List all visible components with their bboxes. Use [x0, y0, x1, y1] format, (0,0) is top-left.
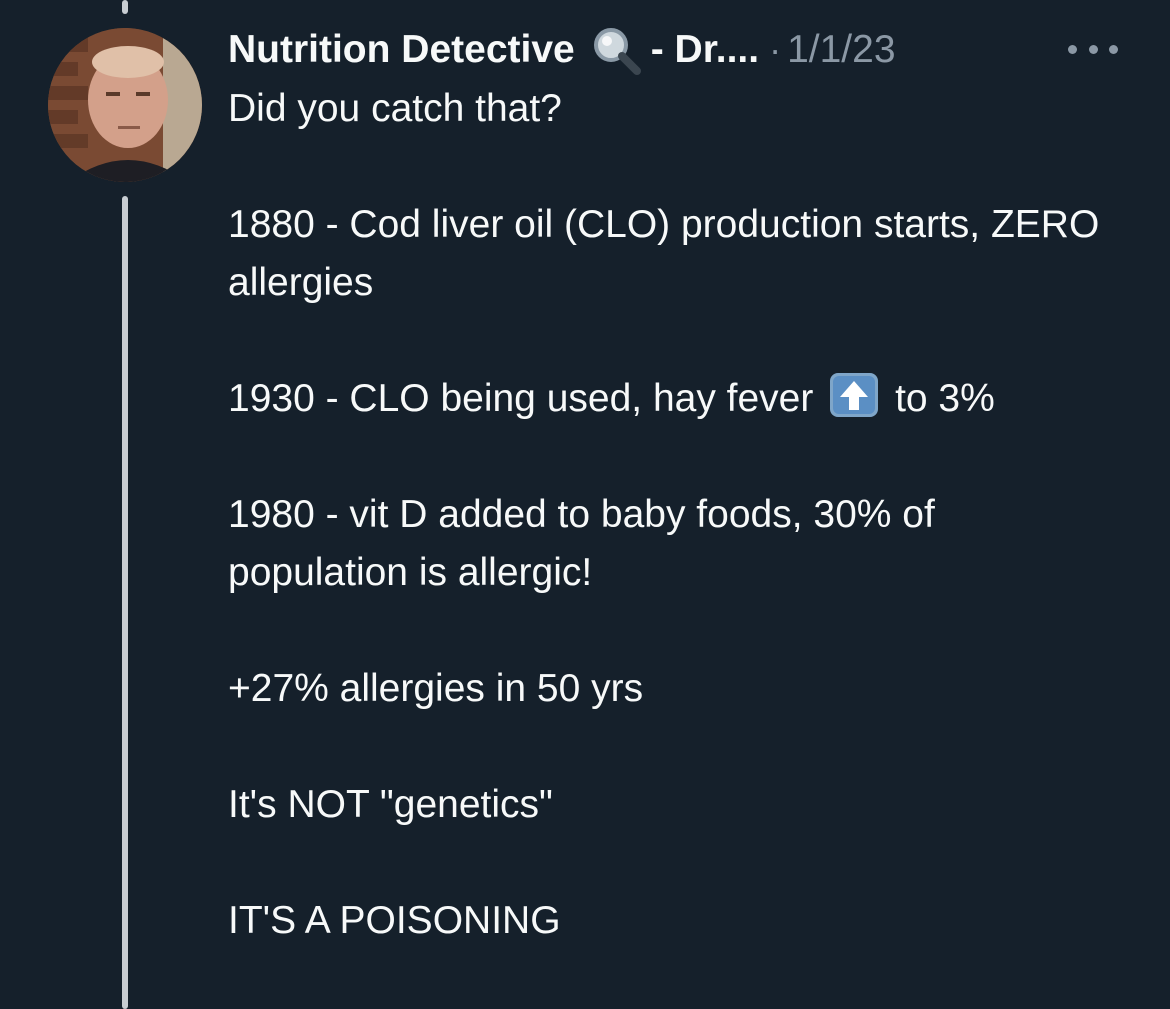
thread-connector [122, 196, 128, 1009]
tweet-line-1980: 1980 - vit D added to baby foods, 30% of… [228, 493, 935, 594]
avatar[interactable] [48, 28, 202, 182]
author-name-suffix[interactable]: - Dr.... [651, 28, 759, 72]
tweet-text: Did you catch that? 1880 - Cod liver oil… [228, 80, 1118, 1008]
magnifying-glass-icon [589, 23, 643, 77]
header-separator: · [769, 29, 782, 70]
thread-connector-top [122, 0, 128, 14]
tweet-line-poisoning: IT'S A POISONING [228, 899, 561, 942]
tweet-line-1930: 1930 - CLO being used, hay fever to 3% [228, 370, 1118, 428]
more-options-icon[interactable] [1068, 34, 1118, 64]
avatar-photo [48, 28, 202, 182]
tweet-line-1930-start: 1930 - CLO being used, hay fever [228, 377, 814, 420]
tweet-timestamp[interactable]: 1/1/23 [787, 28, 895, 72]
tweet-line-increase: +27% allergies in 50 yrs [228, 667, 644, 710]
author-display-name[interactable]: Nutrition Detective [228, 28, 575, 72]
tweet-intro: Did you catch that? [228, 87, 562, 130]
tweet-header: Nutrition Detective - Dr.... · 1/1/23 [228, 22, 1128, 78]
tweet-line-genetics: It's NOT "genetics" [228, 783, 553, 826]
tweet-line-1930-end: to 3% [895, 377, 995, 420]
tweet-line-1880: 1880 - Cod liver oil (CLO) production st… [228, 203, 1100, 304]
up-arrow-icon [826, 371, 882, 419]
